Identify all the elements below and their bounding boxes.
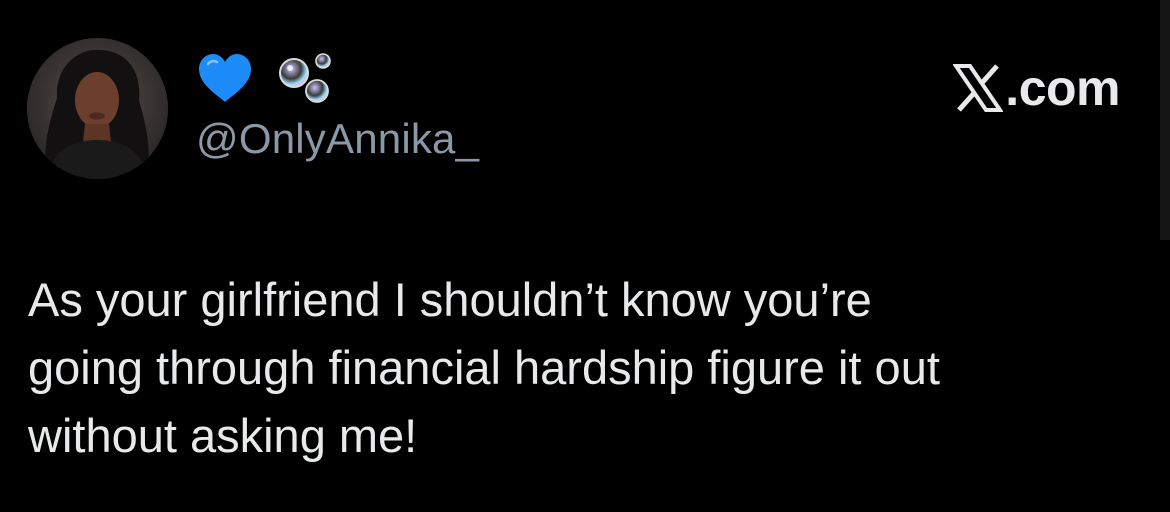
brand-watermark: .com — [953, 60, 1120, 116]
scrollbar[interactable] — [1160, 0, 1170, 240]
blue-heart-icon — [196, 52, 254, 104]
x-logo-icon — [953, 64, 1004, 112]
tweet-card: @OnlyAnnika_ .com As your girlfriend I s… — [0, 0, 1170, 512]
author-handle[interactable]: @OnlyAnnika_ — [196, 113, 479, 165]
avatar[interactable] — [27, 38, 168, 179]
avatar-photo — [27, 38, 168, 179]
tweet-text: As your girlfriend I shouldn’t know you’… — [28, 273, 940, 462]
soap-bubbles-icon — [276, 49, 338, 107]
brand-domain: .com — [1005, 60, 1120, 116]
display-name[interactable] — [196, 48, 338, 108]
